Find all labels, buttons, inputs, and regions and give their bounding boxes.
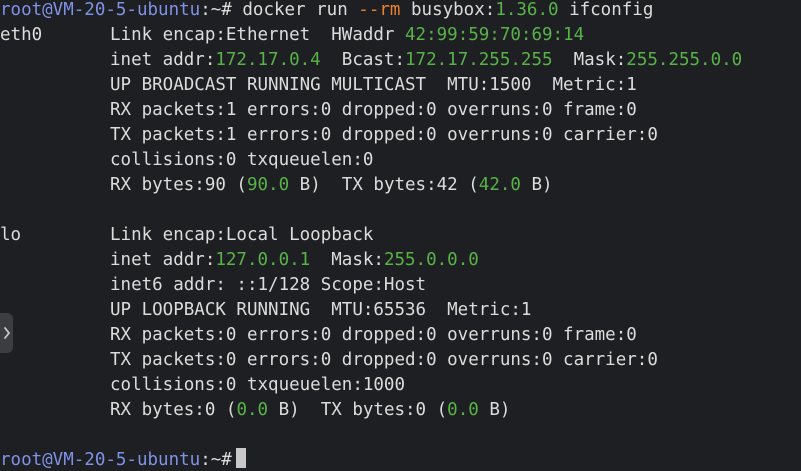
eth0-rx-bytes-label: RX bytes:90 ( xyxy=(110,175,247,195)
side-panel-toggle[interactable] xyxy=(0,313,13,353)
eth0-tx-bytes-label: B) TX bytes:42 ( xyxy=(289,175,479,195)
cmd-flag-rm: --rm xyxy=(358,0,401,20)
eth0-tx-bytes-value: 42.0 xyxy=(478,175,521,195)
lo-bytes-line: RX bytes:0 (0.0 B) TX bytes:0 (0.0 B) xyxy=(110,398,510,423)
prompt-symbol: # xyxy=(221,450,232,470)
lo-bytes-close: B) xyxy=(478,400,511,420)
terminal-window[interactable]: root@VM-20-5-ubuntu:~# docker run --rm b… xyxy=(0,0,801,471)
iface-lo-name: lo xyxy=(0,225,22,245)
command-line: root@VM-20-5-ubuntu:~# docker run --rm b… xyxy=(0,0,653,23)
prompt-symbol: # xyxy=(221,0,232,20)
prompt-user-host: root@VM-20-5-ubuntu xyxy=(0,450,201,470)
cmd-image-name: busybox xyxy=(411,0,485,20)
lo-rx-packets: RX packets:0 errors:0 dropped:0 overruns… xyxy=(110,325,637,345)
eth0-bcast-addr: 172.17.255.255 xyxy=(405,50,553,70)
prompt-path: ~ xyxy=(210,450,222,470)
eth0-inet-addr: 172.17.0.4 xyxy=(215,50,321,70)
lo-inet-line: inet addr:127.0.0.1 Mask:255.0.0.0 xyxy=(110,248,479,273)
lo-collisions: collisions:0 txqueuelen:1000 xyxy=(110,375,406,395)
lo-flags: UP LOOPBACK RUNNING MTU:65536 Metric:1 xyxy=(110,300,532,320)
cmd-run: run xyxy=(316,0,348,20)
prompt-line: root@VM-20-5-ubuntu:~# xyxy=(0,448,246,471)
eth0-bytes-line: RX bytes:90 (90.0 B) TX bytes:42 (42.0 B… xyxy=(110,173,553,198)
lo-inet-addr: 127.0.0.1 xyxy=(215,250,311,270)
lo-tx-bytes-label: B) TX bytes:0 ( xyxy=(268,400,448,420)
cmd-image-tag: 1.36.0 xyxy=(495,0,559,20)
eth0-hwaddr: 42:99:59:70:69:14 xyxy=(405,25,585,45)
lo-rx-bytes-value: 0.0 xyxy=(236,400,269,420)
prompt-path: ~ xyxy=(210,0,222,20)
eth0-mask: 255.255.0.0 xyxy=(626,50,743,70)
prompt-user-host: root@VM-20-5-ubuntu xyxy=(0,0,201,20)
eth0-mask-label: Mask: xyxy=(552,50,627,70)
lo-tx-bytes-value: 0.0 xyxy=(447,400,479,420)
prompt-separator: : xyxy=(200,450,211,470)
eth0-inet-label: inet addr: xyxy=(110,50,216,70)
iface-eth0-name: eth0 xyxy=(0,25,43,45)
cmd-docker: docker xyxy=(242,0,306,20)
text-cursor[interactable] xyxy=(235,448,246,468)
eth0-link-line: Link encap:Ethernet HWaddr 42:99:59:70:6… xyxy=(110,23,584,48)
lo-mask: 255.0.0.0 xyxy=(383,250,479,270)
chevron-right-icon xyxy=(3,327,11,339)
cmd-arg: ifconfig xyxy=(569,0,654,20)
lo-rx-bytes-label: RX bytes:0 ( xyxy=(110,400,237,420)
eth0-tx-packets: TX packets:1 errors:0 dropped:0 overruns… xyxy=(110,125,658,145)
eth0-flags: UP BROADCAST RUNNING MULTICAST MTU:1500 … xyxy=(110,75,637,95)
eth0-inet-line: inet addr:172.17.0.4 Bcast:172.17.255.25… xyxy=(110,48,742,73)
lo-tx-packets: TX packets:0 errors:0 dropped:0 overruns… xyxy=(110,350,658,370)
eth0-collisions: collisions:0 txqueuelen:0 xyxy=(110,150,374,170)
eth0-bcast-label: Bcast: xyxy=(320,50,406,70)
lo-mask-label: Mask: xyxy=(310,250,384,270)
lo-inet-label: inet addr: xyxy=(110,250,216,270)
eth0-link-encap: Link encap:Ethernet HWaddr xyxy=(110,25,406,45)
eth0-rx-bytes-value: 90.0 xyxy=(246,175,290,195)
lo-inet6: inet6 addr: ::1/128 Scope:Host xyxy=(110,275,427,295)
lo-link-encap: Link encap:Local Loopback xyxy=(110,225,374,245)
cmd-tag-separator: : xyxy=(484,0,496,20)
eth0-rx-packets: RX packets:1 errors:0 dropped:0 overruns… xyxy=(110,100,637,120)
prompt-separator: : xyxy=(200,0,211,20)
eth0-bytes-close: B) xyxy=(520,175,553,195)
